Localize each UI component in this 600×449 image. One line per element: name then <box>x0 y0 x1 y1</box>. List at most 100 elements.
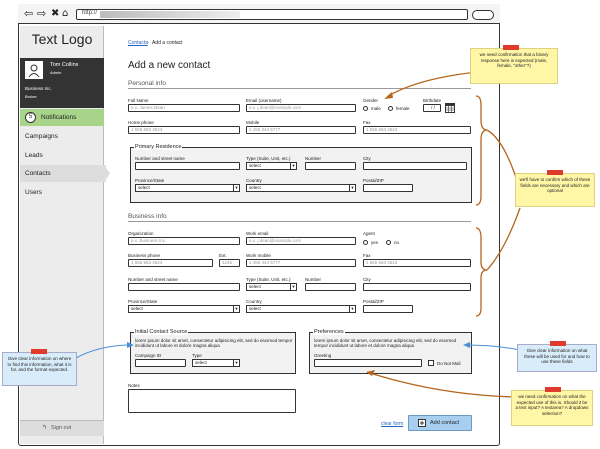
campaign-id-input[interactable] <box>135 359 186 367</box>
residence-postal-label: Postal/ZIP <box>363 178 384 183</box>
annotation-greeting: we need confirmation on what the expecte… <box>511 390 593 426</box>
sidebar-item-users[interactable]: Users <box>25 189 42 196</box>
sign-out-icon: ↰ <box>42 425 48 431</box>
user-name: Tom Collins <box>50 62 79 68</box>
mobile-label: Mobile <box>246 120 260 125</box>
org-label: Organization <box>128 231 154 236</box>
pin-icon <box>31 349 47 354</box>
residence-type-select[interactable]: select ▼ <box>246 162 297 170</box>
gender-male-label: male <box>371 106 381 111</box>
business-postal-label: Postal/ZIP <box>363 299 384 304</box>
forward-arrow-icon[interactable]: ⇨ <box>37 8 46 19</box>
chevron-down-icon: ▼ <box>233 360 239 366</box>
annotation-fields: we'll have to confirm which of these fie… <box>515 173 595 207</box>
residence-postal-input[interactable] <box>363 184 413 192</box>
agent-no-label: no <box>394 240 400 245</box>
breadcrumb-link[interactable]: Contacts <box>128 40 148 46</box>
birthdate-input[interactable]: / / <box>423 104 441 112</box>
residence-country-value: select <box>249 185 261 190</box>
ext-input[interactable]: 1245 <box>219 259 240 267</box>
business-type-select[interactable]: select ▼ <box>246 283 297 291</box>
business-number-input[interactable] <box>305 283 356 291</box>
preferences-title: Preferences <box>313 329 345 335</box>
personal-section-title: Personal info <box>128 80 166 87</box>
preferences-desc: lorem ipsum dolor sit amet, consectetur … <box>314 338 457 348</box>
gender-female-label: female <box>396 106 410 111</box>
home-phone-input[interactable]: 1 555 663 4524 <box>128 126 240 134</box>
residence-street-input[interactable] <box>135 162 240 170</box>
sign-out-label: Sign out <box>51 425 72 431</box>
avatar <box>25 61 43 79</box>
gender-label: Gender <box>363 98 379 103</box>
residence-city-input[interactable] <box>363 162 467 170</box>
business-country-label: Country <box>246 299 262 304</box>
pin-icon <box>547 170 563 175</box>
notes-textarea[interactable] <box>128 389 296 413</box>
source-type-label: Type <box>192 353 202 358</box>
residence-type-value: select <box>249 163 261 168</box>
notifications-label: Notifications <box>41 114 77 121</box>
ext-label: Ext. <box>219 253 227 258</box>
business-number-label: Number <box>305 277 322 282</box>
fax-input[interactable]: 1 555 663 4524 <box>363 126 471 134</box>
residence-type-label: Type (Suite, Unit, etc.) <box>246 156 291 161</box>
divider <box>128 88 471 89</box>
active-pointer-icon <box>104 165 110 182</box>
company-role: Broker <box>25 94 37 99</box>
gender-female-radio[interactable] <box>388 106 393 111</box>
work-mobile-input[interactable]: 1 456 344 5777 <box>246 259 356 267</box>
gender-male-radio[interactable] <box>363 106 368 111</box>
residence-country-select[interactable]: select ▼ <box>246 184 356 192</box>
notifications-count: 5 <box>25 112 36 123</box>
user-role: Admin <box>50 70 62 75</box>
business-city-label: City <box>363 277 371 282</box>
birthdate-label: Birthdate <box>423 98 442 103</box>
do-not-mail-label: Do Not Mail <box>437 361 461 366</box>
divider <box>128 221 471 222</box>
work-email-input[interactable]: e.x. j.dean@example.com <box>246 237 356 245</box>
business-province-select[interactable]: select ▼ <box>128 305 240 313</box>
agent-yes-radio[interactable] <box>363 240 368 245</box>
business-city-input[interactable] <box>363 283 471 291</box>
residence-province-select[interactable]: select ▼ <box>135 184 240 192</box>
home-phone-label: Home phone <box>128 120 154 125</box>
sidebar-item-leads[interactable]: Leads <box>25 152 43 159</box>
back-arrow-icon[interactable]: ⇦ <box>24 8 33 19</box>
business-type-label: Type (Suite, Unit, etc.) <box>246 277 291 282</box>
business-country-select[interactable]: select ▼ <box>246 305 356 313</box>
residence-number-label: Number <box>305 156 322 161</box>
chevron-down-icon: ▼ <box>349 185 355 191</box>
email-input[interactable]: e.x. j.dean@example.com <box>246 104 356 112</box>
clear-form-link[interactable]: clear form <box>381 421 403 427</box>
mobile-input[interactable]: 1 456 344 5777 <box>246 126 356 134</box>
annotation-source: Give clear information on where to find … <box>2 352 77 386</box>
business-postal-input[interactable] <box>363 305 413 313</box>
business-phone-input[interactable]: 1 555 663 4524 <box>128 259 213 267</box>
org-input[interactable]: e.x. Business Inc. <box>128 237 240 245</box>
chevron-down-icon: ▼ <box>233 306 239 312</box>
primary-residence-title: Primary Residence <box>134 144 183 150</box>
agent-no-radio[interactable] <box>386 240 391 245</box>
home-icon[interactable]: ⌂ <box>62 8 68 19</box>
residence-number-input[interactable] <box>305 162 356 170</box>
sidebar-item-campaigns[interactable]: Campaigns <box>25 133 58 140</box>
annotation-gender: we need confirmation that a binary respo… <box>470 48 558 84</box>
pin-icon <box>550 341 566 346</box>
calendar-icon[interactable] <box>445 103 455 113</box>
greeting-input[interactable] <box>314 359 422 367</box>
business-province-label: Province/State <box>128 299 158 304</box>
residence-province-label: Province/State <box>135 178 165 183</box>
greeting-label: Greeting <box>314 353 332 358</box>
business-section-title: Business info <box>128 213 167 220</box>
business-fax-input[interactable]: 1 555 663 4524 <box>363 259 471 267</box>
do-not-mail-checkbox[interactable] <box>428 360 434 366</box>
business-street-input[interactable] <box>128 283 240 291</box>
campaign-id-label: Campaign ID <box>135 353 162 358</box>
business-province-value: select <box>131 306 143 311</box>
source-type-select[interactable]: select ▼ <box>192 359 240 367</box>
close-icon[interactable]: ✖ <box>51 8 59 19</box>
chevron-down-icon: ▼ <box>349 306 355 312</box>
search-icon[interactable] <box>472 10 494 20</box>
full-name-input[interactable]: e.x. James Dean <box>128 104 240 112</box>
sidebar-item-contacts[interactable]: Contacts <box>25 170 51 177</box>
